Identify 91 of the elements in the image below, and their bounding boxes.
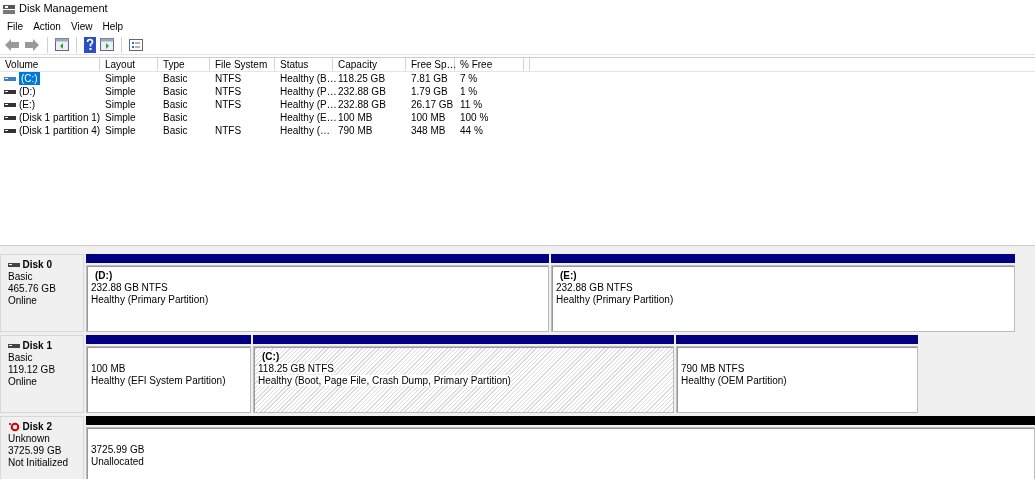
partition-size: 118.25 GB NTFS [258, 363, 334, 374]
column-header[interactable]: Layout [100, 58, 158, 71]
table-cell: Healthy (E… [280, 112, 337, 123]
partition-status: Healthy (EFI System Partition) [91, 375, 226, 386]
disk-type: Basic [8, 271, 34, 283]
partition-size: 790 MB NTFS [681, 363, 745, 374]
table-cell: Healthy (… [280, 125, 330, 136]
partition-size: 3725.99 GB [91, 444, 145, 455]
drive-label[interactable]: (D:) [19, 85, 36, 98]
column-header[interactable]: Capacity [333, 58, 406, 71]
disk-status: Online [8, 376, 38, 388]
column-header[interactable]: Type [158, 58, 210, 71]
partition-status: Unallocated [91, 456, 144, 467]
table-cell: 100 MB [411, 112, 446, 123]
menu-item[interactable]: Action [28, 18, 66, 34]
table-cell: 100 MB [338, 112, 373, 123]
table-cell: 11 % [460, 99, 483, 110]
disk-status: Online [8, 295, 38, 307]
table-cell: 1.79 GB [411, 86, 448, 97]
table-cell: Basic [163, 99, 188, 110]
table-cell: Basic [163, 112, 188, 123]
table-cell: Simple [105, 112, 136, 123]
table-cell: 1 % [460, 86, 478, 97]
disk-name: Disk 1 [22, 340, 52, 352]
partition-box[interactable]: (C:) 118.25 GB NTFS Healthy (Boot, Page File, Crash Dump, Primary Partition) [253, 346, 674, 413]
disk-management-icon [3, 2, 15, 15]
table-cell: 118.25 GB [338, 73, 386, 84]
menu-item[interactable]: View [65, 18, 98, 34]
table-cell: 348 MB [411, 125, 446, 136]
table-cell: Basic [163, 73, 188, 84]
action-pane-icon[interactable] [100, 38, 114, 51]
disk-type: Unknown [8, 433, 51, 445]
partition-box[interactable]: (D:) 232.88 GB NTFS Healthy (Primary Partition) [86, 265, 549, 332]
partition-status: Healthy (Primary Partition) [91, 294, 209, 305]
table-cell: Simple [105, 125, 136, 136]
drive-label[interactable]: (Disk 1 partition 1) [19, 111, 101, 124]
partition-name: (E:) [560, 270, 577, 281]
window-title: Disk Management [19, 1, 108, 17]
table-cell: Simple [105, 86, 136, 97]
table-cell: 7 % [460, 73, 478, 84]
column-header[interactable]: Volume [0, 58, 100, 71]
disk-error-icon [8, 422, 20, 432]
partition-status: Healthy (Boot, Page File, Crash Dump, Primary Partition) [258, 375, 511, 386]
disk-type: Basic [8, 352, 34, 364]
drive-label[interactable]: (Disk 1 partition 4) [19, 124, 101, 137]
table-cell: Simple [105, 99, 136, 110]
partition-size: 100 MB [91, 363, 126, 374]
partition-size: 232.88 GB NTFS [91, 282, 168, 293]
drive-label[interactable]: (E:) [19, 98, 36, 111]
column-header[interactable]: Status [275, 58, 333, 71]
table-cell: Basic [163, 125, 188, 136]
partition-name: (D:) [95, 270, 113, 281]
drive-label[interactable]: (C:) [19, 72, 40, 85]
partition-box[interactable]: 790 MB NTFS Healthy (OEM Partition) [676, 346, 918, 413]
partition-box[interactable]: (E:) 232.88 GB NTFS Healthy (Primary Partition) [551, 265, 1015, 332]
table-cell: 232.88 GB [338, 86, 386, 97]
properties-icon[interactable] [129, 38, 143, 51]
partition-status: Healthy (Primary Partition) [556, 294, 674, 305]
partition-name: (C:) [262, 351, 280, 362]
table-cell: 7.81 GB [411, 73, 448, 84]
disk-size: 119.12 GB [8, 364, 57, 376]
table-cell: Healthy (P… [280, 86, 337, 97]
disk-name: Disk 0 [22, 259, 52, 271]
menu-item[interactable]: File [2, 18, 29, 34]
menu-item[interactable]: Help [97, 18, 128, 34]
table-cell: 26.17 GB [411, 99, 454, 110]
partition-box[interactable]: 3725.99 GB Unallocated [86, 427, 1035, 479]
help-icon[interactable] [84, 36, 96, 53]
partition-size: 232.88 GB NTFS [556, 282, 633, 293]
table-cell: 232.88 GB [338, 99, 386, 110]
table-cell: NTFS [215, 73, 242, 84]
table-cell: Healthy (B… [280, 73, 337, 84]
partition-status: Healthy (OEM Partition) [681, 375, 787, 386]
table-cell: 100 % [460, 112, 489, 123]
table-cell: Basic [163, 86, 188, 97]
partition-box[interactable]: 100 MB Healthy (EFI System Partition) [86, 346, 251, 413]
disk-size: 3725.99 GB [8, 445, 63, 457]
column-header[interactable]: % Free [455, 58, 524, 71]
table-cell: 44 % [460, 125, 483, 136]
disk-status: Not Initialized [8, 457, 70, 469]
table-cell: NTFS [215, 99, 242, 110]
table-cell: Healthy (P… [280, 99, 337, 110]
console-tree-icon[interactable] [55, 38, 69, 51]
table-cell: NTFS [215, 86, 242, 97]
column-header[interactable]: Free Sp… [406, 58, 455, 71]
disk-name: Disk 2 [22, 421, 52, 433]
table-cell: 790 MB [338, 125, 373, 136]
table-cell: NTFS [215, 125, 242, 136]
table-cell: Simple [105, 73, 136, 84]
disk-size: 465.76 GB [8, 283, 57, 295]
column-header[interactable]: File System [210, 58, 275, 71]
